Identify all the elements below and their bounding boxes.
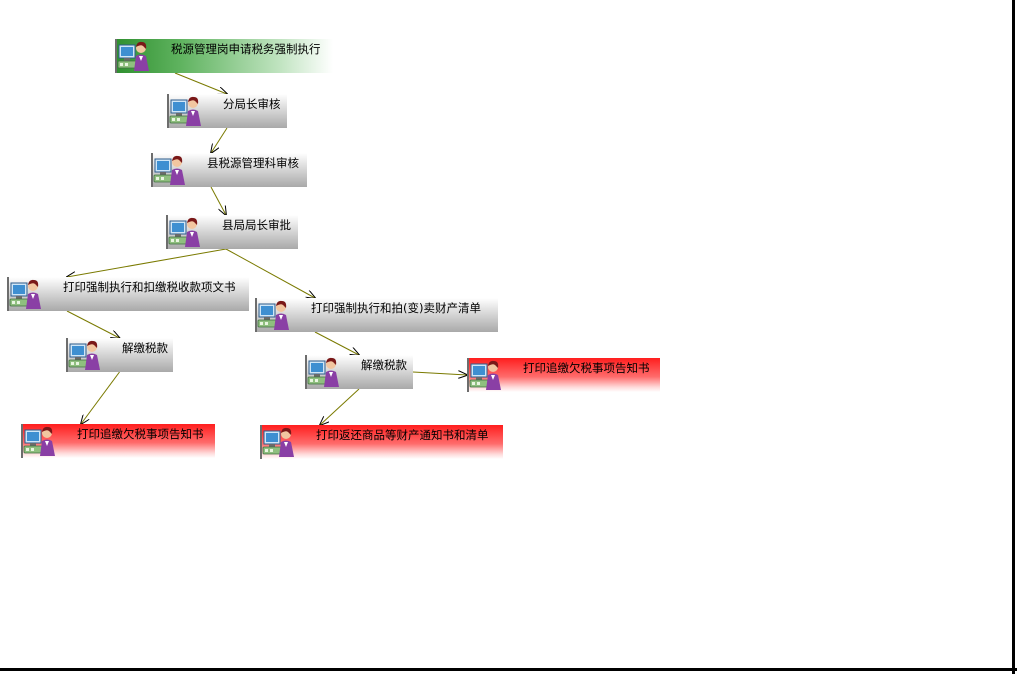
node-label: 解缴税款 bbox=[122, 341, 168, 355]
node-label: 税源管理岗申请税务强制执行 bbox=[171, 42, 321, 56]
flow-arrow-n8-n9 bbox=[412, 372, 467, 375]
workflow-node-remit-tax-left[interactable]: 解缴税款 bbox=[66, 338, 173, 372]
clerk-computer-icon bbox=[167, 94, 203, 128]
flow-arrow-n7-n10 bbox=[81, 371, 120, 424]
clerk-computer-icon bbox=[255, 298, 291, 332]
node-label: 打印追缴欠税事项告知书 bbox=[77, 427, 204, 441]
canvas-border-bottom bbox=[0, 668, 1017, 671]
flow-arrow-n2-n3 bbox=[211, 127, 228, 153]
node-label: 打印追缴欠税事项告知书 bbox=[523, 361, 650, 375]
node-label: 打印强制执行和拍(变)卖财产清单 bbox=[311, 301, 481, 315]
clerk-computer-icon bbox=[166, 215, 202, 249]
workflow-node-apply-enforcement[interactable]: 税源管理岗申请税务强制执行 bbox=[115, 39, 333, 73]
workflow-node-branch-chief-review[interactable]: 分局长审核 bbox=[167, 94, 287, 128]
flow-arrow-n5-n7 bbox=[66, 310, 120, 338]
flow-arrow-n8-n11 bbox=[320, 388, 360, 425]
clerk-computer-icon bbox=[467, 358, 503, 392]
node-label: 县税源管理科审核 bbox=[207, 156, 299, 170]
workflow-node-print-deduction-document[interactable]: 打印强制执行和扣缴税收款项文书 bbox=[7, 277, 249, 311]
node-label: 打印强制执行和扣缴税收款项文书 bbox=[63, 280, 236, 294]
clerk-computer-icon bbox=[115, 39, 151, 73]
workflow-node-print-auction-list[interactable]: 打印强制执行和拍(变)卖财产清单 bbox=[255, 298, 498, 332]
flow-arrow-n6-n8 bbox=[314, 331, 359, 355]
edge-layer bbox=[0, 72, 1017, 674]
flow-arrow-n4-n5 bbox=[67, 248, 227, 277]
workflow-node-print-return-notice[interactable]: 打印返还商品等财产通知书和清单 bbox=[260, 425, 503, 459]
canvas-border-right bbox=[1012, 0, 1015, 674]
flow-arrow-n1-n2 bbox=[174, 72, 227, 94]
node-label: 解缴税款 bbox=[361, 358, 407, 372]
workflow-node-print-arrears-notice-right[interactable]: 打印追缴欠税事项告知书 bbox=[467, 358, 660, 392]
workflow-node-remit-tax-right[interactable]: 解缴税款 bbox=[305, 355, 413, 389]
workflow-node-print-arrears-notice-left[interactable]: 打印追缴欠税事项告知书 bbox=[21, 424, 215, 458]
clerk-computer-icon bbox=[260, 425, 296, 459]
node-label: 打印返还商品等财产通知书和清单 bbox=[316, 428, 489, 442]
workflow-canvas: 税源管理岗申请税务强制执行 分局长审核 县税源管理科审核 县局局长审批 打印强制… bbox=[0, 0, 1017, 674]
clerk-computer-icon bbox=[66, 338, 102, 372]
clerk-computer-icon bbox=[305, 355, 341, 389]
workflow-node-county-section-review[interactable]: 县税源管理科审核 bbox=[151, 153, 307, 187]
clerk-computer-icon bbox=[7, 277, 43, 311]
clerk-computer-icon bbox=[151, 153, 187, 187]
clerk-computer-icon bbox=[21, 424, 57, 458]
node-label: 县局局长审批 bbox=[222, 218, 291, 232]
flow-arrow-n3-n4 bbox=[210, 186, 226, 215]
workflow-node-county-director-approval[interactable]: 县局局长审批 bbox=[166, 215, 298, 249]
node-label: 分局长审核 bbox=[223, 97, 281, 111]
